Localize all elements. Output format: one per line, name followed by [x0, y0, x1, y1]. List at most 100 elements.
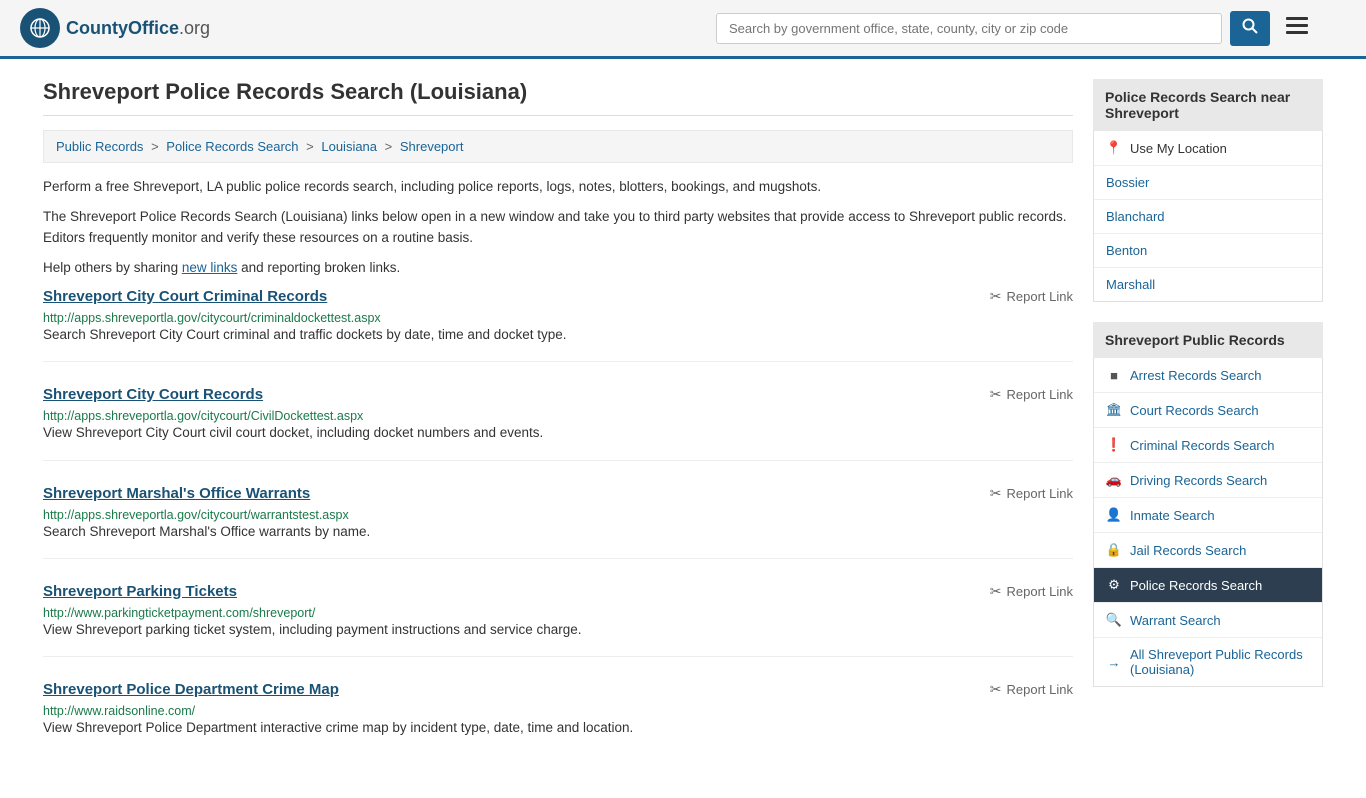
result-header: Shreveport Parking Tickets ✂ Report Link: [43, 583, 1073, 600]
sidebar-item-police-records[interactable]: ⚙ Police Records Search: [1094, 568, 1322, 603]
sidebar-item-warrant-search[interactable]: 🔍 Warrant Search: [1094, 603, 1322, 638]
breadcrumb-shreveport[interactable]: Shreveport: [400, 139, 464, 154]
menu-button[interactable]: [1278, 11, 1316, 45]
driving-records-link[interactable]: Driving Records Search: [1130, 473, 1267, 488]
report-link[interactable]: ✂ Report Link: [990, 386, 1073, 403]
result-url[interactable]: http://www.parkingticketpayment.com/shre…: [43, 606, 315, 620]
report-link-label: Report Link: [1007, 584, 1073, 599]
report-link-icon: ✂: [990, 288, 1002, 305]
use-location-label: Use My Location: [1130, 141, 1227, 156]
sidebar-item-criminal-records[interactable]: ❗ Criminal Records Search: [1094, 428, 1322, 463]
result-title[interactable]: Shreveport Parking Tickets: [43, 583, 237, 600]
logo-name: CountyOffice: [66, 18, 179, 38]
result-item: Shreveport Marshal's Office Warrants ✂ R…: [43, 485, 1073, 559]
breadcrumb-public-records[interactable]: Public Records: [56, 139, 143, 154]
sidebar-item-all-records[interactable]: → All Shreveport Public Records (Louisia…: [1094, 638, 1322, 686]
police-records-label: Police Records Search: [1130, 578, 1262, 593]
sidebar-item-jail-records[interactable]: 🔒 Jail Records Search: [1094, 533, 1322, 568]
report-link[interactable]: ✂ Report Link: [990, 681, 1073, 698]
page-title: Shreveport Police Records Search (Louisi…: [43, 79, 1073, 116]
result-item: Shreveport City Court Records ✂ Report L…: [43, 386, 1073, 460]
sidebar-item-court-records[interactable]: 🏛 Court Records Search: [1094, 393, 1322, 428]
main-content: Shreveport Police Records Search (Louisi…: [23, 59, 1343, 798]
nearby-items: 📍 Use My Location Bossier Blanchard Bent…: [1093, 131, 1323, 302]
result-title[interactable]: Shreveport City Court Criminal Records: [43, 288, 327, 305]
warrant-search-link[interactable]: Warrant Search: [1130, 613, 1221, 628]
right-sidebar: Police Records Search near Shreveport 📍 …: [1093, 79, 1323, 778]
sidebar-item-arrest-records[interactable]: ■ Arrest Records Search: [1094, 358, 1322, 393]
nearby-marshall[interactable]: Marshall: [1094, 268, 1322, 301]
police-records-icon: ⚙: [1106, 577, 1122, 593]
header: CountyOffice.org: [0, 0, 1366, 59]
breadcrumb-police-records[interactable]: Police Records Search: [166, 139, 298, 154]
nearby-benton[interactable]: Benton: [1094, 234, 1322, 268]
result-desc: View Shreveport City Court civil court d…: [43, 423, 1073, 443]
left-content: Shreveport Police Records Search (Louisi…: [43, 79, 1073, 778]
report-link-icon: ✂: [990, 681, 1002, 698]
breadcrumb-louisiana[interactable]: Louisiana: [321, 139, 377, 154]
result-item: Shreveport City Court Criminal Records ✂…: [43, 288, 1073, 362]
search-button[interactable]: [1230, 11, 1270, 46]
arrest-records-icon: ■: [1106, 367, 1122, 383]
result-desc: Search Shreveport Marshal's Office warra…: [43, 522, 1073, 542]
driving-records-icon: 🚗: [1106, 472, 1122, 488]
nearby-section: Police Records Search near Shreveport 📍 …: [1093, 79, 1323, 302]
inmate-search-icon: 👤: [1106, 507, 1122, 523]
public-records-section: Shreveport Public Records ■ Arrest Recor…: [1093, 322, 1323, 687]
result-url[interactable]: http://apps.shreveportla.gov/citycourt/C…: [43, 409, 363, 423]
jail-records-link[interactable]: Jail Records Search: [1130, 543, 1246, 558]
result-header: Shreveport City Court Criminal Records ✂…: [43, 288, 1073, 305]
criminal-records-icon: ❗: [1106, 437, 1122, 453]
report-link-label: Report Link: [1007, 682, 1073, 697]
result-header: Shreveport Police Department Crime Map ✂…: [43, 681, 1073, 698]
intro-text-3: Help others by sharing new links and rep…: [43, 258, 1073, 278]
report-link-icon: ✂: [990, 485, 1002, 502]
location-icon: 📍: [1106, 140, 1122, 156]
results-list: Shreveport City Court Criminal Records ✂…: [43, 288, 1073, 754]
intro3-suffix: and reporting broken links.: [237, 260, 400, 275]
nearby-blanchard[interactable]: Blanchard: [1094, 200, 1322, 234]
warrant-search-icon: 🔍: [1106, 612, 1122, 628]
sidebar-item-driving-records[interactable]: 🚗 Driving Records Search: [1094, 463, 1322, 498]
logo-ext: .org: [179, 18, 210, 38]
nearby-bossier[interactable]: Bossier: [1094, 166, 1322, 200]
all-records-link[interactable]: All Shreveport Public Records (Louisiana…: [1130, 647, 1310, 677]
report-link-label: Report Link: [1007, 289, 1073, 304]
report-link[interactable]: ✂ Report Link: [990, 288, 1073, 305]
intro-text-2: The Shreveport Police Records Search (Lo…: [43, 207, 1073, 248]
result-desc: View Shreveport Police Department intera…: [43, 718, 1073, 738]
all-records-icon: →: [1106, 654, 1122, 670]
result-url[interactable]: http://apps.shreveportla.gov/citycourt/w…: [43, 508, 349, 522]
search-bar-area: [716, 11, 1316, 46]
logo-area: CountyOffice.org: [20, 8, 210, 48]
result-desc: Search Shreveport City Court criminal an…: [43, 325, 1073, 345]
result-title[interactable]: Shreveport Police Department Crime Map: [43, 681, 339, 698]
court-records-link[interactable]: Court Records Search: [1130, 403, 1259, 418]
report-link[interactable]: ✂ Report Link: [990, 583, 1073, 600]
result-title[interactable]: Shreveport Marshal's Office Warrants: [43, 485, 310, 502]
search-input[interactable]: [716, 13, 1222, 44]
report-link[interactable]: ✂ Report Link: [990, 485, 1073, 502]
public-records-heading: Shreveport Public Records: [1093, 322, 1323, 358]
use-my-location[interactable]: 📍 Use My Location: [1094, 131, 1322, 166]
arrest-records-link[interactable]: Arrest Records Search: [1130, 368, 1262, 383]
report-link-label: Report Link: [1007, 387, 1073, 402]
sidebar-item-inmate-search[interactable]: 👤 Inmate Search: [1094, 498, 1322, 533]
result-item: Shreveport Police Department Crime Map ✂…: [43, 681, 1073, 754]
result-header: Shreveport Marshal's Office Warrants ✂ R…: [43, 485, 1073, 502]
new-links-link[interactable]: new links: [182, 260, 238, 275]
result-url[interactable]: http://www.raidsonline.com/: [43, 704, 195, 718]
court-records-icon: 🏛: [1106, 402, 1122, 418]
intro3-prefix: Help others by sharing: [43, 260, 182, 275]
logo-text[interactable]: CountyOffice.org: [66, 18, 210, 39]
result-url[interactable]: http://apps.shreveportla.gov/citycourt/c…: [43, 311, 381, 325]
nearby-heading: Police Records Search near Shreveport: [1093, 79, 1323, 131]
inmate-search-link[interactable]: Inmate Search: [1130, 508, 1215, 523]
criminal-records-link[interactable]: Criminal Records Search: [1130, 438, 1275, 453]
report-link-label: Report Link: [1007, 486, 1073, 501]
result-header: Shreveport City Court Records ✂ Report L…: [43, 386, 1073, 403]
result-title[interactable]: Shreveport City Court Records: [43, 386, 263, 403]
jail-records-icon: 🔒: [1106, 542, 1122, 558]
intro-text-1: Perform a free Shreveport, LA public pol…: [43, 177, 1073, 197]
result-item: Shreveport Parking Tickets ✂ Report Link…: [43, 583, 1073, 657]
